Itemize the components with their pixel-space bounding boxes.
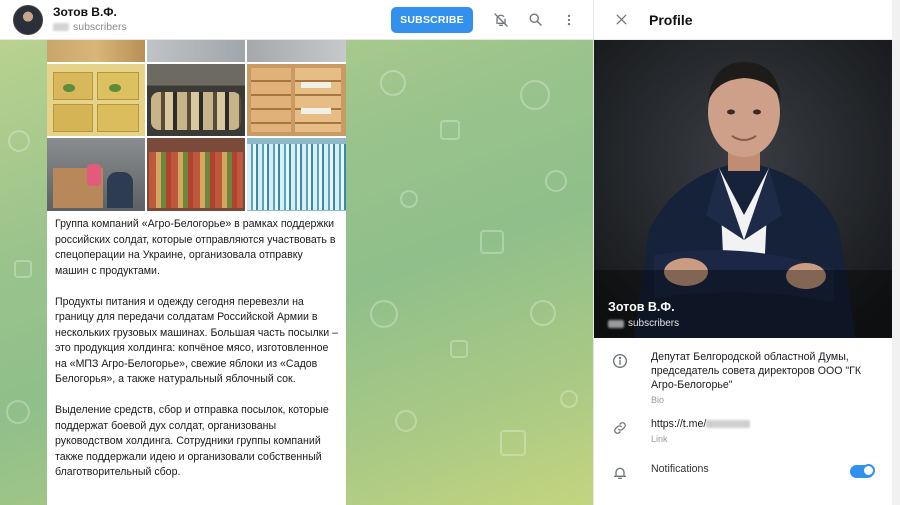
post-photo[interactable]	[247, 64, 346, 136]
info-icon	[611, 352, 629, 370]
chat-panel: Зотов В.Ф. subscribers SUBSCRIBE Группа …	[0, 0, 593, 505]
subscribers-label: subscribers	[73, 21, 127, 33]
chat-header: Зотов В.Ф. subscribers SUBSCRIBE	[0, 0, 593, 40]
post-photo[interactable]	[147, 138, 245, 211]
subscriber-count-hidden	[608, 319, 624, 328]
notifications-toggle[interactable]	[850, 464, 875, 478]
channel-post: Группа компаний «Агро-Белогорье» в рамка…	[47, 40, 346, 505]
bio-text: Депутат Белгородской областной Думы, пре…	[651, 351, 862, 391]
notifications-label: Notifications	[651, 463, 709, 475]
profile-photo-name: Зотов В.Ф.	[608, 300, 675, 314]
close-icon[interactable]	[611, 10, 631, 30]
bell-icon	[611, 464, 629, 482]
subscribe-button[interactable]: SUBSCRIBE	[391, 6, 473, 33]
mute-bell-icon[interactable]	[491, 10, 511, 30]
profile-photo-subscribers: subscribers	[608, 318, 679, 329]
link-text: https://t.me/	[651, 417, 751, 431]
profile-panel: Profile Зотов В.Ф. subscribers Депутат Б…	[593, 0, 892, 505]
profile-header: Profile	[594, 0, 892, 40]
post-photo[interactable]	[47, 40, 145, 62]
channel-name: Зотов В.Ф.	[53, 5, 117, 19]
notifications-row[interactable]: Notifications	[594, 462, 892, 482]
window-edge	[892, 0, 900, 505]
subscriber-count-hidden	[53, 23, 69, 31]
profile-photo[interactable]: Зотов В.Ф. subscribers	[594, 40, 892, 338]
link-icon	[611, 419, 629, 437]
bio-label: Bio	[651, 395, 665, 405]
post-photo[interactable]	[47, 64, 145, 136]
post-paragraph: Продукты питания и одежду сегодня переве…	[55, 295, 339, 386]
profile-title: Profile	[649, 11, 693, 28]
link-label: Link	[651, 434, 668, 444]
channel-title-block[interactable]: Зотов В.Ф. subscribers	[53, 5, 391, 34]
link-row[interactable]: https://t.me/ Link	[594, 417, 892, 444]
channel-avatar[interactable]	[13, 4, 43, 35]
post-photo[interactable]	[147, 64, 245, 136]
link-handle-hidden	[706, 420, 751, 429]
post-photo[interactable]	[247, 40, 346, 62]
channel-subscribers: subscribers	[53, 20, 391, 34]
post-photo[interactable]	[247, 138, 346, 211]
post-text: Группа компаний «Агро-Белогорье» в рамка…	[47, 211, 346, 496]
post-photo[interactable]	[47, 138, 145, 211]
post-paragraph: Выделение средств, сбор и отправка посыл…	[55, 404, 329, 478]
more-vertical-icon[interactable]	[559, 10, 579, 30]
bio-row[interactable]: Депутат Белгородской областной Думы, пре…	[594, 350, 892, 405]
post-paragraph: Группа компаний «Агро-Белогорье» в рамка…	[55, 218, 336, 277]
link-url: https://t.me/	[651, 418, 707, 430]
post-photo[interactable]	[147, 40, 245, 62]
profile-subscribers-label: subscribers	[628, 318, 680, 329]
search-icon[interactable]	[525, 10, 545, 30]
post-photo-album	[47, 40, 346, 211]
profile-portrait	[594, 40, 892, 338]
